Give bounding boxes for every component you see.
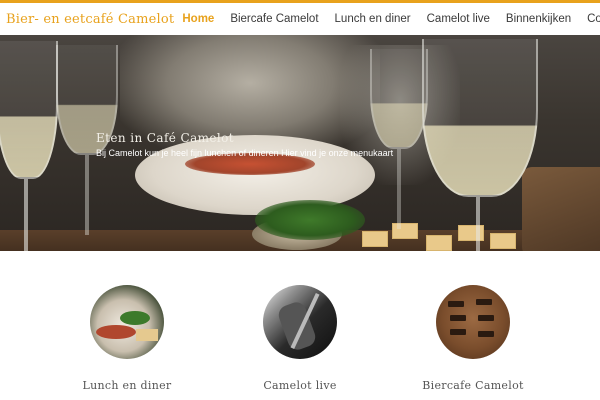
hero-glass-stem	[85, 155, 89, 235]
nav-item-lunch-en-diner[interactable]: Lunch en diner	[327, 13, 419, 25]
thumb-detail	[450, 315, 466, 321]
hero-title: Eten in Café Camelot	[96, 131, 235, 145]
card-biercafe-camelot[interactable]: Biercafe Camelot	[413, 285, 533, 392]
hero-wine-glass	[422, 39, 538, 197]
card-title[interactable]: Camelot live	[263, 379, 336, 392]
site-header: Bier- en eetcafé Camelot Home Biercafe C…	[0, 3, 600, 35]
hero-wine-glass	[0, 41, 58, 179]
nav-item-binnenkijken[interactable]: Binnenkijken	[498, 13, 579, 25]
thumb-detail	[478, 331, 494, 337]
hero-bread	[522, 167, 600, 251]
thumb-detail	[450, 329, 466, 335]
hero-cheese-cube	[458, 225, 484, 241]
thumb-detail	[136, 329, 158, 341]
card-title[interactable]: Lunch en diner	[83, 379, 172, 392]
card-title[interactable]: Biercafe Camelot	[422, 379, 523, 392]
hero-glass-stem	[476, 197, 480, 251]
thumb-detail	[476, 299, 492, 305]
thumb-detail	[448, 301, 464, 307]
nav-item-biercafe-camelot[interactable]: Biercafe Camelot	[222, 13, 326, 25]
hero-glass-stem	[24, 179, 28, 251]
food-plate-image[interactable]	[90, 285, 164, 359]
feature-cards: Lunch en diner Camelot live Biercafe Cam…	[0, 251, 600, 400]
hero-greens	[255, 200, 365, 240]
live-music-image[interactable]	[263, 285, 337, 359]
nav-item-contact[interactable]: Contact	[579, 13, 600, 25]
thumb-detail	[96, 325, 136, 339]
main-navigation: Home Biercafe Camelot Lunch en diner Cam…	[174, 13, 600, 25]
hero-cheese-cube	[362, 231, 388, 247]
nav-item-home[interactable]: Home	[174, 13, 222, 25]
card-lunch-en-diner[interactable]: Lunch en diner	[67, 285, 187, 392]
hero-banner: Eten in Café Camelot Bij Camelot kun je …	[0, 35, 600, 251]
card-camelot-live[interactable]: Camelot live	[240, 285, 360, 392]
hero-cheese-cube	[392, 223, 418, 239]
nav-item-camelot-live[interactable]: Camelot live	[419, 13, 498, 25]
thumb-detail	[478, 315, 494, 321]
site-logo[interactable]: Bier- en eetcafé Camelot	[6, 12, 174, 27]
hero-glass-stem	[397, 149, 401, 229]
hero-cheese-cube	[426, 235, 452, 251]
hero-wine-glass	[370, 49, 428, 149]
hero-subtitle: Bij Camelot kun je heel fijn lunchen of …	[96, 148, 394, 158]
beer-signs-image[interactable]	[436, 285, 510, 359]
thumb-detail	[120, 311, 150, 325]
hero-cheese-cube	[490, 233, 516, 249]
